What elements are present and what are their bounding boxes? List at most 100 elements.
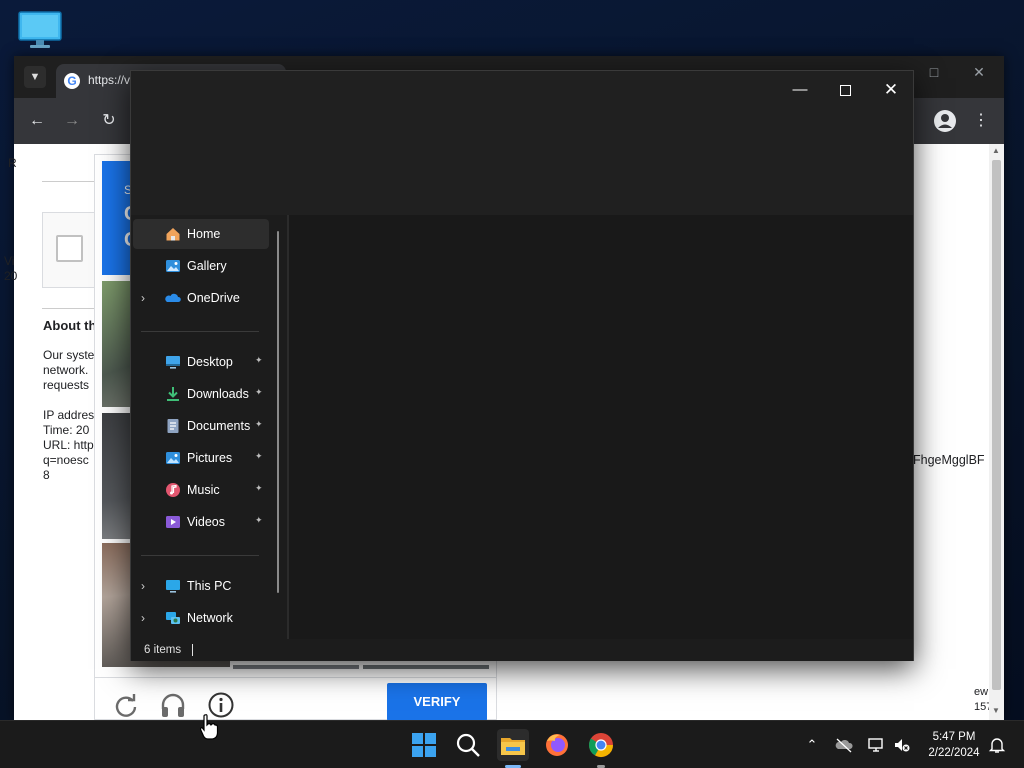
desktop-icon (165, 354, 181, 370)
home-icon (165, 226, 181, 242)
network-tray-icon[interactable] (867, 736, 885, 754)
clock[interactable]: 5:47 PM 2/22/2024 (920, 729, 988, 761)
pin-icon[interactable]: ✦ (255, 355, 263, 366)
forward-icon[interactable]: → (61, 110, 83, 132)
about-text: network. (43, 363, 89, 377)
gallery-icon (165, 258, 181, 274)
about-text: Our syste (43, 348, 95, 362)
verify-button[interactable]: VERIFY (387, 683, 487, 721)
documents-icon (165, 418, 181, 434)
page-edge-text: Vi (4, 254, 15, 268)
page-scrollbar[interactable]: ▲ ▼ (989, 144, 1004, 720)
browser-menu-icon[interactable]: ⋮ (970, 110, 992, 132)
captcha-tile[interactable] (363, 665, 489, 669)
pin-icon[interactable]: ✦ (255, 387, 263, 398)
divider (95, 677, 496, 678)
scroll-down-icon[interactable]: ▼ (992, 706, 1000, 715)
page-edge-text: ew (974, 686, 989, 698)
checkbox-card (42, 212, 98, 288)
reload-icon[interactable]: ↻ (98, 110, 120, 132)
nav-item-label: Network (187, 611, 233, 625)
nav-item-desktop[interactable]: Desktop ✦ (133, 347, 269, 377)
nav-item-network[interactable]: › Network (133, 603, 269, 633)
tab-url: https://v (88, 73, 131, 87)
monitor-desktop-icon[interactable] (18, 10, 62, 50)
nav-item-downloads[interactable]: Downloads ✦ (133, 379, 269, 409)
nav-item-music[interactable]: Music ✦ (133, 475, 269, 505)
hand-cursor-icon (199, 714, 219, 740)
nav-separator (141, 555, 259, 556)
explorer-title-area: — ✕ (131, 71, 913, 215)
show-hidden-icons-button[interactable]: ⌃ (803, 736, 821, 754)
chevron-right-icon[interactable]: › (141, 291, 153, 305)
nav-scrollbar[interactable] (277, 231, 279, 593)
pictures-icon (165, 450, 181, 466)
page-edge-text: 20 (4, 269, 18, 283)
back-icon[interactable]: ← (26, 110, 48, 132)
status-divider (192, 644, 193, 656)
notification-bell-icon[interactable] (988, 736, 1006, 754)
network-icon (165, 610, 181, 626)
chevron-right-icon[interactable]: › (141, 579, 153, 593)
nav-item-gallery[interactable]: Gallery (133, 251, 269, 281)
about-heading: About th (43, 318, 97, 333)
nav-item-home[interactable]: Home (133, 219, 269, 249)
pin-icon[interactable]: ✦ (255, 419, 263, 430)
nav-item-onedrive[interactable]: › OneDrive (133, 283, 269, 313)
downloads-icon (165, 386, 181, 402)
nav-item-label: Downloads (187, 387, 249, 401)
token-text: FhgeMgglBF (913, 453, 985, 467)
ip-address-text: IP addres (43, 408, 95, 422)
maximize-button[interactable] (822, 75, 868, 105)
chevron-right-icon[interactable]: › (141, 611, 153, 625)
page-edge-text: R (8, 156, 17, 170)
nav-item-this-pc[interactable]: › This PC (133, 571, 269, 601)
scrollbar-thumb[interactable] (992, 160, 1001, 690)
item-count: 6 items (144, 644, 182, 656)
captcha-checkbox[interactable] (56, 235, 83, 262)
google-favicon-icon: G (64, 73, 80, 89)
reload-challenge-icon[interactable] (113, 693, 139, 719)
start-icon[interactable] (408, 729, 440, 761)
onedrive-tray-icon[interactable] (835, 736, 853, 754)
status-bar: 6 items (131, 639, 913, 661)
number-text: 8 (43, 468, 50, 482)
about-text: requests (43, 378, 90, 392)
nav-item-label: Desktop (187, 355, 233, 369)
nav-item-label: OneDrive (187, 291, 240, 305)
nav-item-label: This PC (187, 579, 232, 593)
volume-muted-icon[interactable] (893, 736, 911, 754)
nav-item-documents[interactable]: Documents ✦ (133, 411, 269, 441)
navigation-pane: Home Gallery › OneDrive Desktop ✦ Downloads ✦ Do… (131, 215, 289, 639)
taskbar: ⌃ 5:47 PM 2/22/2024 (0, 720, 1024, 768)
captcha-tile[interactable] (233, 665, 359, 669)
this-pc-icon (165, 578, 181, 594)
nav-separator (141, 331, 259, 332)
nav-item-label: Music (187, 483, 220, 497)
nav-item-videos[interactable]: Videos ✦ (133, 507, 269, 537)
close-button[interactable]: ✕ (868, 75, 914, 105)
search-icon[interactable] (452, 729, 484, 761)
onedrive-icon (165, 290, 181, 306)
browser-close-button[interactable]: ✕ (964, 64, 994, 86)
audio-challenge-icon[interactable] (159, 691, 187, 719)
pin-icon[interactable]: ✦ (255, 451, 263, 462)
time-text: Time: 20 (43, 423, 90, 437)
query-text: q=noesc (43, 453, 89, 467)
browser-maximize-button[interactable]: □ (919, 64, 949, 86)
nav-item-label: Videos (187, 515, 225, 529)
profile-avatar[interactable] (934, 110, 956, 132)
pin-icon[interactable]: ✦ (255, 483, 263, 494)
chrome-icon[interactable] (585, 729, 617, 761)
pin-icon[interactable]: ✦ (255, 515, 263, 526)
nav-item-pictures[interactable]: Pictures ✦ (133, 443, 269, 473)
url-text: URL: http (43, 438, 94, 452)
scroll-up-icon[interactable]: ▲ (992, 146, 1000, 155)
firefox-icon[interactable] (541, 729, 573, 761)
minimize-button[interactable]: — (777, 75, 823, 105)
nav-item-label: Gallery (187, 259, 227, 273)
tab-search-dropdown[interactable]: ▼ (24, 66, 46, 88)
divider (42, 308, 102, 309)
music-icon (165, 482, 181, 498)
file-explorer-icon[interactable] (497, 729, 529, 761)
